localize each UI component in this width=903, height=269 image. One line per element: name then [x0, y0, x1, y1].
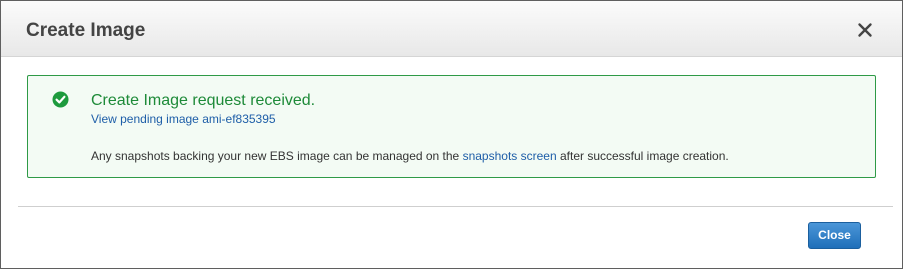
check-circle-icon — [52, 91, 69, 108]
alert-message-text-after: after successful image creation. — [559, 149, 729, 163]
footer-divider — [18, 206, 893, 207]
close-button[interactable]: Close — [808, 222, 861, 249]
close-icon[interactable] — [853, 18, 877, 42]
alert-message-text-before: Any snapshots backing your new EBS image… — [91, 149, 460, 163]
snapshots-screen-link[interactable]: snapshots screen — [463, 149, 557, 163]
alert-title: Create Image request received. — [91, 92, 316, 109]
create-image-dialog: Create Image Create Image request receiv… — [0, 0, 903, 269]
dialog-title: Create Image — [26, 20, 146, 41]
dialog-header: Create Image — [1, 1, 902, 57]
alert-message: Any snapshots backing your new EBS image… — [91, 149, 729, 163]
success-alert: Create Image request received. View pend… — [27, 75, 876, 178]
view-pending-image-link[interactable]: View pending image ami-ef835395 — [91, 112, 276, 126]
